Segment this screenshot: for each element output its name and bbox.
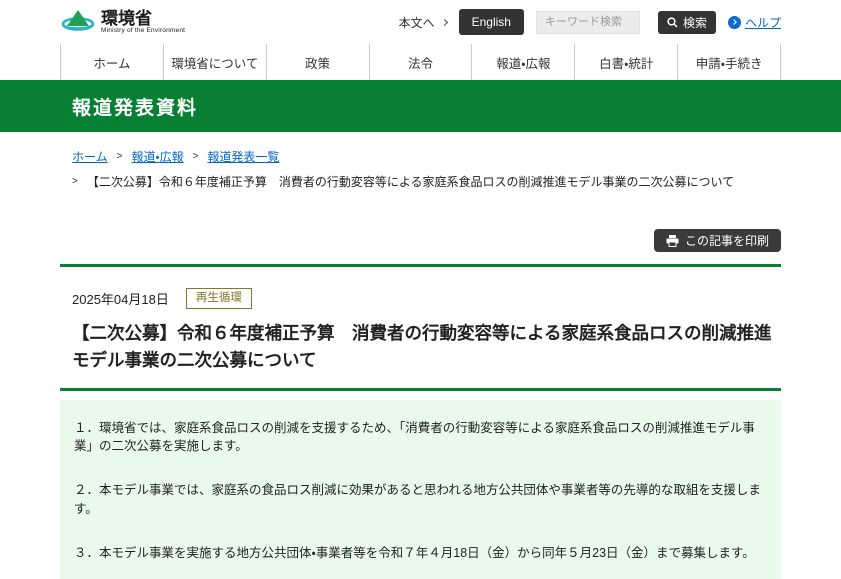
main-content: ホーム > 報道・広報 > 報道発表一覧 > 【二次公募】令和６年度補正予算 消… (60, 148, 781, 579)
nav-item-about[interactable]: 環境省について (163, 44, 266, 80)
breadcrumb-separator: > (117, 151, 123, 162)
search-button[interactable]: 検索 (658, 11, 716, 34)
skip-to-content-link[interactable]: 本文へ (399, 14, 447, 31)
logo-title: 環境省 (101, 10, 185, 28)
logo-subtitle: Ministry of the Environment (101, 27, 185, 34)
printer-icon (666, 235, 679, 247)
nav-item-policy[interactable]: 政策 (266, 44, 369, 80)
article-title: 【二次公募】令和６年度補正予算 消費者の行動変容等による家庭系食品ロスの削減推進… (60, 320, 772, 374)
breadcrumb-link-home[interactable]: ホーム (72, 148, 108, 165)
search-icon (667, 17, 678, 28)
chevron-right-icon (441, 18, 448, 25)
skip-link-label: 本文へ (399, 14, 435, 31)
print-article-button[interactable]: この記事を印刷 (654, 229, 781, 252)
breadcrumb-link-press[interactable]: 報道・広報 (131, 148, 183, 165)
print-button-label: この記事を印刷 (685, 232, 769, 249)
help-link[interactable]: ヘルプ (728, 14, 781, 31)
breadcrumb-row-links: ホーム > 報道・広報 > 報道発表一覧 (72, 148, 781, 165)
divider-top (60, 264, 781, 267)
nav-item-whitepaper[interactable]: 白書・統計 (574, 44, 677, 80)
print-row: この記事を印刷 (60, 229, 781, 252)
publish-date: 2025年04月18日 (72, 289, 169, 308)
site-header: 環境省 Ministry of the Environment 本文へ Engl… (60, 0, 781, 44)
article-meta: 2025年04月18日 再生循環 (60, 288, 781, 309)
search-button-label: 検索 (683, 14, 707, 31)
nav-item-home[interactable]: ホーム (60, 44, 163, 80)
category-badge[interactable]: 再生循環 (186, 288, 252, 309)
breadcrumb-row-current: > 【二次公募】令和６年度補正予算 消費者の行動変容等による家庭系食品ロスの削減… (72, 173, 781, 190)
nav-item-procedures[interactable]: 申請・手続き (677, 44, 781, 80)
logo-text: 環境省 Ministry of the Environment (101, 10, 185, 35)
english-button[interactable]: English (459, 9, 524, 35)
nav-item-press[interactable]: 報道・広報 (471, 44, 574, 80)
summary-box: １．環境省では、家庭系食品ロスの削減を支援するため、「消費者の行動変容等による家… (60, 400, 781, 579)
breadcrumb-separator: > (193, 151, 199, 162)
summary-item: ３．本モデル事業を実施する地方公共団体・事業者等を令和７年４月18日（金）から同… (74, 544, 767, 562)
breadcrumb-separator: > (72, 176, 78, 187)
breadcrumb-link-press-list[interactable]: 報道発表一覧 (207, 148, 279, 165)
nav-item-laws[interactable]: 法令 (369, 44, 472, 80)
summary-item: ２．本モデル事業では、家庭系の食品ロス削減に効果があると思われる地方公共団体や事… (74, 481, 767, 517)
summary-item: １．環境省では、家庭系食品ロスの削減を支援するため、「消費者の行動変容等による家… (74, 419, 767, 455)
breadcrumb-current: 【二次公募】令和６年度補正予算 消費者の行動変容等による家庭系食品ロスの削減推進… (87, 173, 734, 190)
help-arrow-icon (728, 16, 741, 29)
page-title: 報道発表資料 (72, 98, 198, 119)
global-nav: ホーム 環境省について 政策 法令 報道・広報 白書・統計 申請・手続き (0, 44, 841, 80)
moe-logo[interactable]: 環境省 Ministry of the Environment (60, 8, 185, 36)
header-utility: 本文へ English 検索 ヘルプ (399, 9, 781, 35)
search-input[interactable] (536, 11, 640, 34)
moe-logo-icon (60, 8, 96, 36)
divider-bottom (60, 388, 781, 391)
help-link-label: ヘルプ (745, 14, 781, 31)
breadcrumb: ホーム > 報道・広報 > 報道発表一覧 > 【二次公募】令和６年度補正予算 消… (60, 148, 781, 190)
page-banner: 報道発表資料 (0, 80, 841, 132)
